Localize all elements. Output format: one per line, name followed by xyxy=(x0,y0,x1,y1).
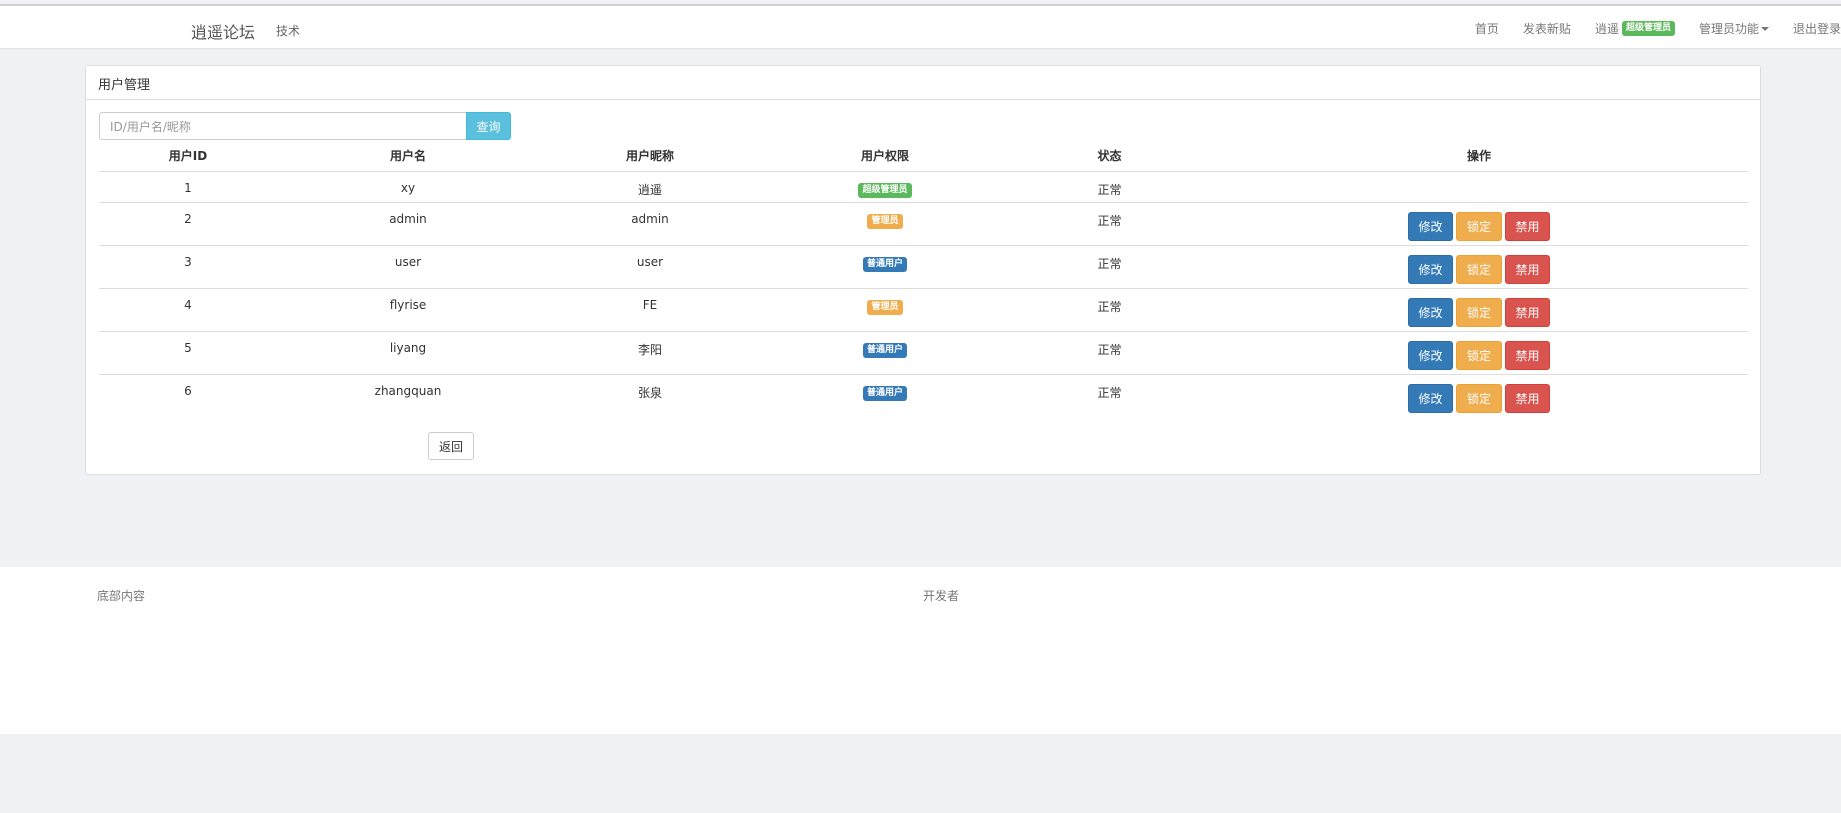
role-badge: 普通用户 xyxy=(862,256,907,272)
cell-actions: 修改 锁定 禁用 xyxy=(1210,374,1748,417)
nav-username: 逍遥 xyxy=(1594,22,1619,36)
user-role-badge: 超级管理员 xyxy=(1621,21,1675,36)
search-input[interactable]: ID/用户名/昵称 xyxy=(99,112,466,140)
cell-username: liyang xyxy=(277,331,539,375)
cell-username: zhangquan xyxy=(374,383,442,398)
edit-button[interactable]: 修改 xyxy=(1408,297,1453,327)
nav-right-group: 首页 发表新贴 逍遥 超级管理员 管理员功能 退出登录 xyxy=(1475,6,1841,51)
users-table: 用户ID 用户名 用户昵称 用户权限 状态 操作 1 xy 逍遥 超级管理员 正… xyxy=(99,140,1748,417)
cell-id: 6 xyxy=(184,383,192,398)
cell-id: 3 xyxy=(99,245,277,289)
col-header-nickname: 用户昵称 xyxy=(539,140,761,172)
cell-nickname: 逍遥 xyxy=(539,171,761,203)
cell-role: 管理员 xyxy=(761,202,1009,246)
cell-nickname: admin xyxy=(539,202,761,246)
cell-status: 正常 xyxy=(1009,202,1210,246)
search-bar: ID/用户名/昵称 查询 xyxy=(99,112,511,140)
lock-button[interactable]: 锁定 xyxy=(1456,297,1502,327)
table-row: 1 xy 逍遥 超级管理员 正常 xyxy=(99,171,1748,203)
cell-id: 5 xyxy=(99,331,277,375)
cell-username: flyrise xyxy=(277,288,539,332)
ban-button[interactable]: 禁用 xyxy=(1505,340,1550,370)
table-header-row: 用户ID 用户名 用户昵称 用户权限 状态 操作 xyxy=(99,140,1748,172)
table-row: 5 liyang 李阳 普通用户 正常 修改 锁定 禁用 xyxy=(99,331,1748,375)
col-header-status: 状态 xyxy=(1009,140,1210,172)
col-header-id: 用户ID xyxy=(99,140,277,172)
nav-link-tech[interactable]: 技术 xyxy=(276,22,300,39)
cell-actions: 修改 锁定 禁用 xyxy=(1210,245,1748,289)
cell-actions xyxy=(1210,171,1748,203)
cell-username: xy xyxy=(277,171,539,203)
cell-status: 正常 xyxy=(1009,288,1210,332)
cell-role: 普通用户 xyxy=(761,245,1009,289)
cell-actions: 修改 锁定 禁用 xyxy=(1210,331,1748,375)
lock-button[interactable]: 锁定 xyxy=(1456,211,1502,241)
cell-actions: 修改 锁定 禁用 xyxy=(1210,202,1748,246)
cell-role: 管理员 xyxy=(761,288,1009,332)
col-header-username: 用户名 xyxy=(277,140,539,172)
cell-status: 正常 xyxy=(1097,385,1122,400)
cell-status: 正常 xyxy=(1009,245,1210,289)
cell-id: 4 xyxy=(99,288,277,332)
cell-id: 2 xyxy=(99,202,277,246)
caret-down-icon xyxy=(1760,26,1769,31)
col-header-actions: 操作 xyxy=(1210,140,1748,172)
role-badge: 管理员 xyxy=(867,299,903,315)
ban-button[interactable]: 禁用 xyxy=(1505,211,1550,241)
back-button[interactable]: 返回 xyxy=(428,432,474,460)
cell-status: 正常 xyxy=(1009,171,1210,203)
cell-nickname: 李阳 xyxy=(539,331,761,375)
role-badge: 管理员 xyxy=(867,213,903,229)
table-row: 2 admin admin 管理员 正常 修改 锁定 禁用 xyxy=(99,202,1748,246)
nav-user[interactable]: 逍遥 超级管理员 xyxy=(1595,20,1675,37)
nav-link-home[interactable]: 首页 xyxy=(1475,20,1499,37)
footer-developer-label: 开发者 xyxy=(923,589,960,603)
edit-button[interactable]: 修改 xyxy=(1408,211,1453,241)
cell-id: 1 xyxy=(99,171,277,203)
edit-button[interactable]: 修改 xyxy=(1408,254,1453,284)
admin-menu-dropdown[interactable]: 管理员功能 xyxy=(1699,20,1769,37)
role-badge: 超级管理员 xyxy=(858,182,912,198)
footer-content-label: 底部内容 xyxy=(97,589,146,603)
cell-username: user xyxy=(277,245,539,289)
lock-button[interactable]: 锁定 xyxy=(1456,383,1502,413)
cell-actions: 修改 锁定 禁用 xyxy=(1210,288,1748,332)
table-row: 6 zhangquan 张泉 普通用户 正常 修改 锁定 禁用 xyxy=(99,374,1748,417)
table-row: 4 flyrise FE 管理员 正常 修改 锁定 禁用 xyxy=(99,288,1748,332)
edit-button[interactable]: 修改 xyxy=(1408,383,1453,413)
ban-button[interactable]: 禁用 xyxy=(1505,383,1550,413)
nav-link-logout[interactable]: 退出登录 xyxy=(1793,20,1841,37)
cell-nickname: 张泉 xyxy=(637,385,662,400)
col-header-role: 用户权限 xyxy=(761,140,1009,172)
ban-button[interactable]: 禁用 xyxy=(1505,297,1550,327)
search-button[interactable]: 查询 xyxy=(466,112,511,140)
cell-nickname: user xyxy=(539,245,761,289)
lock-button[interactable]: 锁定 xyxy=(1456,254,1502,284)
ban-button[interactable]: 禁用 xyxy=(1505,254,1550,284)
top-navbar: 逍遥论坛 技术 首页 发表新贴 逍遥 超级管理员 管理员功能 退出登录 xyxy=(0,4,1841,49)
site-brand[interactable]: 逍遥论坛 xyxy=(191,19,255,43)
cell-status: 正常 xyxy=(1009,331,1210,375)
table-row: 3 user user 普通用户 正常 修改 锁定 禁用 xyxy=(99,245,1748,289)
cell-role: 超级管理员 xyxy=(761,171,1009,203)
role-badge: 普通用户 xyxy=(862,385,907,401)
admin-menu-label: 管理员功能 xyxy=(1698,22,1759,36)
cell-username: admin xyxy=(277,202,539,246)
cell-nickname: FE xyxy=(539,288,761,332)
cell-role: 普通用户 xyxy=(761,331,1009,375)
lock-button[interactable]: 锁定 xyxy=(1456,340,1502,370)
panel-title: 用户管理 xyxy=(86,66,1760,100)
role-badge: 普通用户 xyxy=(862,342,907,358)
page-footer: 底部内容 开发者 xyxy=(0,567,1841,734)
nav-link-new-post[interactable]: 发表新贴 xyxy=(1523,20,1571,37)
cell-role: 普通用户 xyxy=(761,374,1009,417)
user-management-panel: 用户管理 ID/用户名/昵称 查询 用户ID 用户名 用户昵称 用户权限 状态 … xyxy=(85,65,1761,475)
edit-button[interactable]: 修改 xyxy=(1408,340,1453,370)
